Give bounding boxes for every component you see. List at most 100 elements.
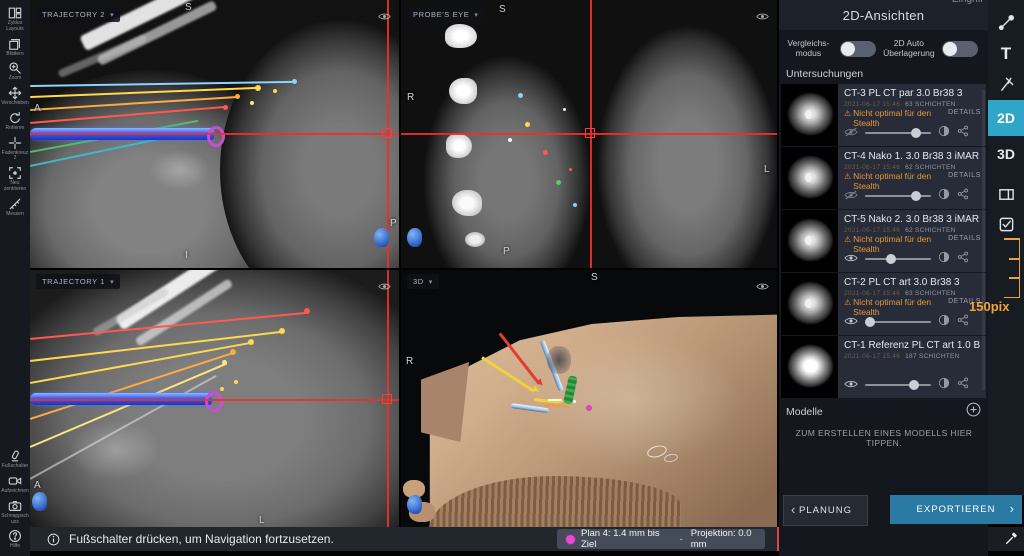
contrast-icon[interactable] bbox=[938, 250, 950, 268]
orientation-label: S bbox=[591, 272, 598, 283]
contrast-icon[interactable] bbox=[938, 187, 950, 205]
models-hint-text[interactable]: ZUM ERSTELLEN EINES MODELLS HIER TIPPEN. bbox=[789, 428, 979, 448]
info-icon bbox=[47, 533, 60, 545]
orientation-label: I bbox=[185, 250, 188, 261]
orientation-label: R bbox=[407, 92, 415, 103]
contrast-icon[interactable] bbox=[938, 313, 950, 331]
toolbar-item-fussschalter[interactable]: Fußschalter bbox=[0, 449, 30, 470]
export-button[interactable]: EXPORTIEREN › bbox=[890, 495, 1022, 524]
chevron-right-icon: › bbox=[1009, 501, 1015, 516]
visibility-toggle-icon[interactable] bbox=[844, 376, 858, 394]
planning-button[interactable]: ‹ PLANUNG bbox=[783, 495, 868, 526]
view-visibility-icon[interactable] bbox=[378, 278, 391, 296]
toolbar-item-hilfe[interactable]: Hilfe bbox=[0, 529, 30, 550]
layout-split-button[interactable] bbox=[988, 186, 1024, 203]
orientation-label: A bbox=[34, 103, 41, 114]
crosshair-marker bbox=[382, 394, 392, 404]
annotation-label: 150pix bbox=[969, 299, 1010, 314]
ct-thumbnail bbox=[781, 147, 838, 209]
plan-color-dot bbox=[565, 533, 576, 545]
recenter-icon bbox=[9, 167, 21, 179]
plan-status-chip: Plan 4: 1.4 mm bis Ziel - Projektion: 0.… bbox=[557, 528, 765, 550]
exam-row[interactable]: CT-2 PL CT art 3.0 Br38 3 2021-06-17 15:… bbox=[781, 273, 986, 335]
text-tool-button[interactable]: T bbox=[988, 44, 1024, 64]
left-toolbar: Zyklus Layouts Blättern Zoom Verschieben… bbox=[0, 0, 30, 556]
panel-scrollbar[interactable] bbox=[982, 90, 985, 390]
tab-2d[interactable]: 2D bbox=[988, 100, 1024, 136]
blend-settings-icon[interactable] bbox=[957, 313, 969, 331]
orientation-label: L bbox=[764, 164, 770, 175]
patient-head-icon bbox=[374, 228, 389, 247]
auto-overlay-label: 2D Auto Überlagerung bbox=[883, 38, 935, 58]
layouts-icon bbox=[8, 7, 22, 19]
opacity-slider[interactable] bbox=[865, 254, 931, 264]
pointer-tool-button[interactable] bbox=[988, 76, 1024, 93]
probe-tip-ring bbox=[205, 391, 223, 412]
toolbar-item-rotieren[interactable]: Rotieren bbox=[0, 111, 30, 132]
status-message: Fußschalter drücken, um Navigation fortz… bbox=[69, 532, 334, 546]
view-visibility-icon[interactable] bbox=[756, 8, 769, 26]
opacity-slider[interactable] bbox=[865, 380, 931, 390]
toolbar-item-aufzeichnen[interactable]: Aufzeichnen bbox=[0, 474, 30, 495]
orientation-label: S bbox=[185, 2, 192, 13]
tab-3d[interactable]: 3D bbox=[988, 146, 1024, 162]
visibility-toggle-icon[interactable] bbox=[844, 187, 858, 205]
view-selector-dropdown[interactable]: TRAJECTORY 2 ▾ bbox=[36, 7, 121, 22]
visibility-toggle-icon[interactable] bbox=[844, 124, 858, 142]
view-visibility-icon[interactable] bbox=[378, 8, 391, 26]
chevron-down-icon: ▾ bbox=[474, 11, 479, 19]
crosshair-marker bbox=[585, 128, 595, 138]
trajectory-tool-button[interactable] bbox=[988, 14, 1024, 31]
toolbar-item-zoom[interactable]: Zoom bbox=[0, 61, 30, 82]
add-model-button[interactable] bbox=[966, 402, 981, 422]
orientation-label: A bbox=[34, 480, 41, 491]
contrast-icon[interactable] bbox=[938, 376, 950, 394]
exam-row[interactable]: CT-5 Nako 2. 3.0 Br38 3 iMAR 2021-06-17 … bbox=[781, 210, 986, 272]
models-section-title: Modelle bbox=[786, 406, 823, 418]
auto-overlay-toggle[interactable] bbox=[942, 41, 978, 57]
toolbar-item-zyklus-layouts[interactable]: Zyklus Layouts bbox=[0, 6, 30, 33]
view-selector-dropdown[interactable]: TRAJECTORY 1 ▾ bbox=[36, 274, 121, 289]
orientation-label: P bbox=[503, 246, 510, 257]
view-selector-dropdown[interactable]: 3D ▾ bbox=[407, 274, 439, 289]
plan-distance: Plan 4: 1.4 mm bis Ziel bbox=[581, 528, 660, 550]
exam-row[interactable]: CT-4 Nako 1. 3.0 Br38 3 iMAR 2021-06-17 … bbox=[781, 147, 986, 209]
blend-settings-icon[interactable] bbox=[957, 124, 969, 142]
blend-settings-icon[interactable] bbox=[957, 187, 969, 205]
exam-row[interactable]: CT-1 Referenz PL CT art 1.0 B... 2021-06… bbox=[781, 336, 986, 398]
blend-settings-icon[interactable] bbox=[957, 376, 969, 394]
view-selector-dropdown[interactable]: PROBE'S EYE ▾ bbox=[407, 7, 485, 22]
view-visibility-icon[interactable] bbox=[756, 278, 769, 296]
view-trajectory-2: TRAJECTORY 2 ▾ S A P I bbox=[30, 0, 399, 268]
orientation-label: S bbox=[499, 4, 506, 15]
rotate-icon bbox=[10, 111, 20, 123]
chevron-down-icon: ▾ bbox=[110, 11, 115, 19]
exam-row[interactable]: CT-3 PL CT par 3.0 Br38 3 2021-06-17 15:… bbox=[781, 84, 986, 146]
toolbar-item-verschieben[interactable]: Verschieben bbox=[0, 86, 30, 107]
probe-tip-ring bbox=[207, 126, 225, 147]
toolbar-item-fadenkreuz[interactable]: Fadenkreuz 2 bbox=[0, 136, 30, 163]
probe-icon bbox=[1005, 532, 1017, 545]
patient-head-icon bbox=[407, 228, 422, 247]
navigation-app: Zyklus Layouts Blättern Zoom Verschieben… bbox=[0, 0, 1024, 556]
compare-mode-toggle[interactable] bbox=[839, 41, 876, 57]
exams-section-title: Untersuchungen bbox=[786, 68, 864, 80]
contrast-icon[interactable] bbox=[938, 124, 950, 142]
toolbar-item-schnappschuss[interactable]: Schnappschuss bbox=[0, 499, 30, 526]
measure-icon bbox=[9, 198, 21, 209]
chevron-left-icon: ‹ bbox=[791, 502, 797, 517]
blend-settings-icon[interactable] bbox=[957, 250, 969, 268]
checkbox-tool-button[interactable] bbox=[988, 216, 1024, 233]
patient-head-icon bbox=[32, 492, 47, 511]
pages-icon bbox=[9, 38, 20, 50]
opacity-slider[interactable] bbox=[865, 317, 931, 327]
visibility-toggle-icon[interactable] bbox=[844, 250, 858, 268]
ct-thumbnail bbox=[781, 336, 838, 398]
opacity-slider[interactable] bbox=[865, 191, 931, 201]
toolbar-item-neu-zentrieren[interactable]: Neu zentrieren bbox=[0, 166, 30, 193]
exam-list: CT-3 PL CT par 3.0 Br38 3 2021-06-17 15:… bbox=[781, 84, 986, 399]
toolbar-item-blaettern[interactable]: Blättern bbox=[0, 37, 30, 58]
toolbar-item-messen[interactable]: Messen bbox=[0, 197, 30, 218]
visibility-toggle-icon[interactable] bbox=[844, 313, 858, 331]
opacity-slider[interactable] bbox=[865, 128, 931, 138]
